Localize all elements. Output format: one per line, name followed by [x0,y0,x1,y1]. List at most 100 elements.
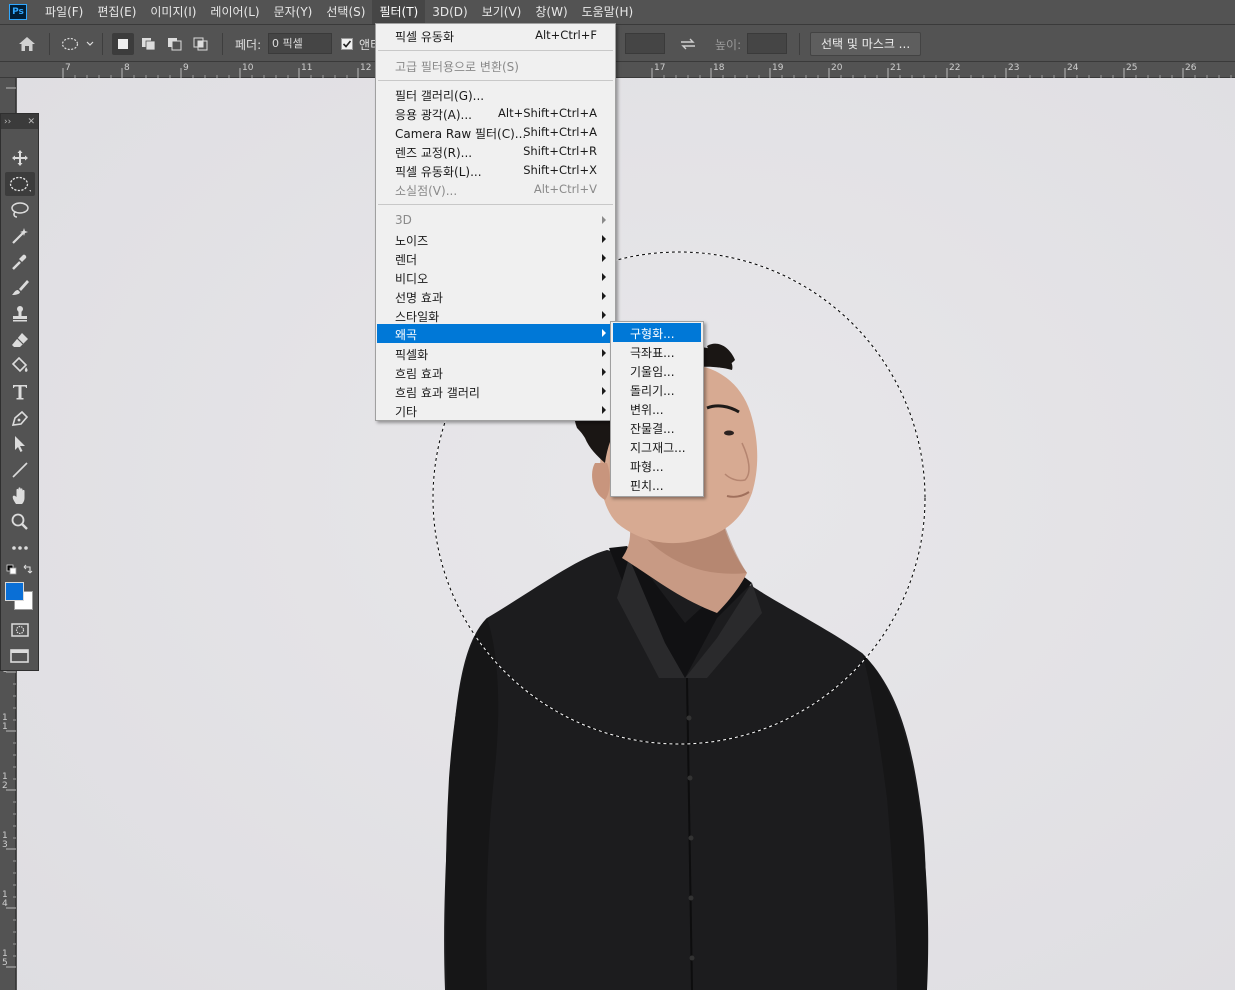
menu-item-liquify-last[interactable]: 픽셀 유동화 Alt+Ctrl+F [377,26,614,45]
submenu-arrow-icon [602,216,606,224]
menu-item-spherize[interactable]: 구형화... [613,323,701,342]
antialias-checkbox[interactable] [341,25,353,63]
menu-item-shortcut: Alt+Shift+Ctrl+A [498,106,597,120]
zoom-icon[interactable] [5,510,35,534]
ruler-tick-label: 1 5 [2,949,8,968]
menu-type[interactable]: 문자(Y) [267,0,320,24]
submenu-noise[interactable]: 노이즈 [377,230,614,249]
menu-item-label: 스타일화 [395,310,440,324]
color-swatches[interactable] [5,582,35,612]
distort-submenu: 구형화... 극좌표... 기울임... 돌리기... 변위... 잔물결...… [610,321,704,497]
menu-item-filter-gallery[interactable]: 필터 갤러리(G)... [377,85,614,104]
paint-bucket-icon[interactable] [5,354,35,378]
menu-item-shortcut: Alt+Ctrl+V [533,182,597,196]
menu-item-displace[interactable]: 변위... [613,399,701,418]
tools-panel-header[interactable]: ›› ✕ [1,114,38,129]
submenu-distort[interactable]: 왜곡 [377,324,614,343]
tool-preset-picker[interactable] [60,25,96,63]
menu-window[interactable]: 창(W) [528,0,574,24]
submenu-video[interactable]: 비디오 [377,268,614,287]
menu-item-liquify[interactable]: 픽셀 유동화(L)... Shift+Ctrl+X [377,161,614,180]
quick-mask-icon[interactable] [5,618,35,642]
submenu-arrow-icon [602,254,606,262]
subtract-from-selection-button[interactable] [164,33,186,55]
menu-item-label: 3D [395,213,412,227]
menu-select[interactable]: 선택(S) [319,0,372,24]
expand-icon[interactable]: ›› [4,117,11,127]
menu-item-adaptive-wide-angle[interactable]: 응용 광각(A)... Alt+Shift+Ctrl+A [377,104,614,123]
submenu-pixelate[interactable]: 픽셀화 [377,344,614,363]
elliptical-marquee-icon[interactable] [5,172,35,196]
move-icon[interactable] [5,146,35,170]
ruler-tick-label: 17 [654,63,666,73]
menu-edit[interactable]: 편집(E) [90,0,143,24]
path-selection-icon[interactable] [5,432,35,456]
menu-filter[interactable]: 필터(T) [372,0,426,24]
submenu-blur[interactable]: 흐림 효과 [377,363,614,382]
submenu-sharpen[interactable]: 선명 효과 [377,287,614,306]
foreground-color-swatch[interactable] [5,582,24,601]
menu-view[interactable]: 보기(V) [475,0,529,24]
reset-colors-icon[interactable] [5,562,35,578]
menu-item-lens-correction[interactable]: 렌즈 교정(R)... Shift+Ctrl+R [377,142,614,161]
menu-bar: Ps 파일(F) 편집(E) 이미지(I) 레이어(L) 문자(Y) 선택(S)… [0,0,1235,24]
select-and-mask-button[interactable]: 선택 및 마스크 ... [810,32,922,56]
menu-layer[interactable]: 레이어(L) [203,0,266,24]
submenu-arrow-icon [602,387,606,395]
submenu-blur-gallery[interactable]: 흐림 효과 갤러리 [377,382,614,401]
document-canvas[interactable] [17,78,1235,990]
menu-item-label: 기울임... [630,365,675,379]
menu-item-zigzag[interactable]: 지그재그... [613,437,701,456]
menu-item-shear[interactable]: 기울임... [613,361,701,380]
divider [222,33,223,55]
hand-icon[interactable] [5,484,35,508]
menu-item-label: 필터 갤러리(G)... [395,89,485,103]
more-icon[interactable] [5,536,35,560]
menu-item-camera-raw[interactable]: Camera Raw 필터(C)... Shift+Ctrl+A [377,123,614,142]
menu-item-wave[interactable]: 파형... [613,456,701,475]
pen-icon[interactable] [5,406,35,430]
menu-file[interactable]: 파일(F) [38,0,90,24]
submenu-arrow-icon [602,273,606,281]
menu-item-label: 픽셀화 [395,348,429,362]
menu-item-label: 선명 효과 [395,291,443,305]
ruler-tick-label: 1 2 [2,772,8,791]
lasso-icon[interactable] [5,198,35,222]
menu-help[interactable]: 도움말(H) [575,0,641,24]
menu-item-twirl[interactable]: 돌리기... [613,380,701,399]
feather-input[interactable]: 0 픽셀 [268,33,332,54]
eraser-icon[interactable] [5,328,35,352]
stamp-icon[interactable] [5,302,35,326]
menu-item-vanishing-point[interactable]: 소실점(V)... Alt+Ctrl+V [377,180,614,199]
swap-dimensions-icon[interactable] [679,25,697,63]
divider [799,33,800,55]
menu-item-label: 구형화... [630,327,675,341]
type-icon[interactable] [5,380,35,404]
menu-item-convert-smart-filters[interactable]: 고급 필터용으로 변환(S) [377,56,614,75]
menu-image[interactable]: 이미지(I) [143,0,203,24]
options-bar: 페더: 0 픽셀 앤티 높이: 선택 및 마스크 ... [0,24,1235,62]
menu-3d[interactable]: 3D(D) [425,0,474,24]
line-icon[interactable] [5,458,35,482]
menu-item-polar-coordinates[interactable]: 극좌표... [613,342,701,361]
new-selection-button[interactable] [112,33,134,55]
menu-item-label: 노이즈 [395,234,429,248]
screen-mode-icon[interactable] [5,644,35,668]
width-input[interactable] [625,33,665,54]
home-icon[interactable] [18,25,36,63]
brush-icon[interactable] [5,276,35,300]
eyedropper-icon[interactable] [5,250,35,274]
menu-item-ripple[interactable]: 잔물결... [613,418,701,437]
add-to-selection-button[interactable] [138,33,160,55]
magic-wand-icon[interactable] [5,224,35,248]
close-icon[interactable]: ✕ [27,117,35,127]
ruler-tick-label: 22 [949,63,961,73]
height-input[interactable] [747,33,787,54]
submenu-stylize[interactable]: 스타일화 [377,306,614,325]
intersect-selection-button[interactable] [190,33,212,55]
submenu-other[interactable]: 기타 [377,401,614,420]
submenu-3d[interactable]: 3D [377,211,614,230]
menu-item-label: 핀치... [630,479,664,493]
submenu-render[interactable]: 렌더 [377,249,614,268]
menu-item-pinch[interactable]: 핀치... [613,475,701,494]
